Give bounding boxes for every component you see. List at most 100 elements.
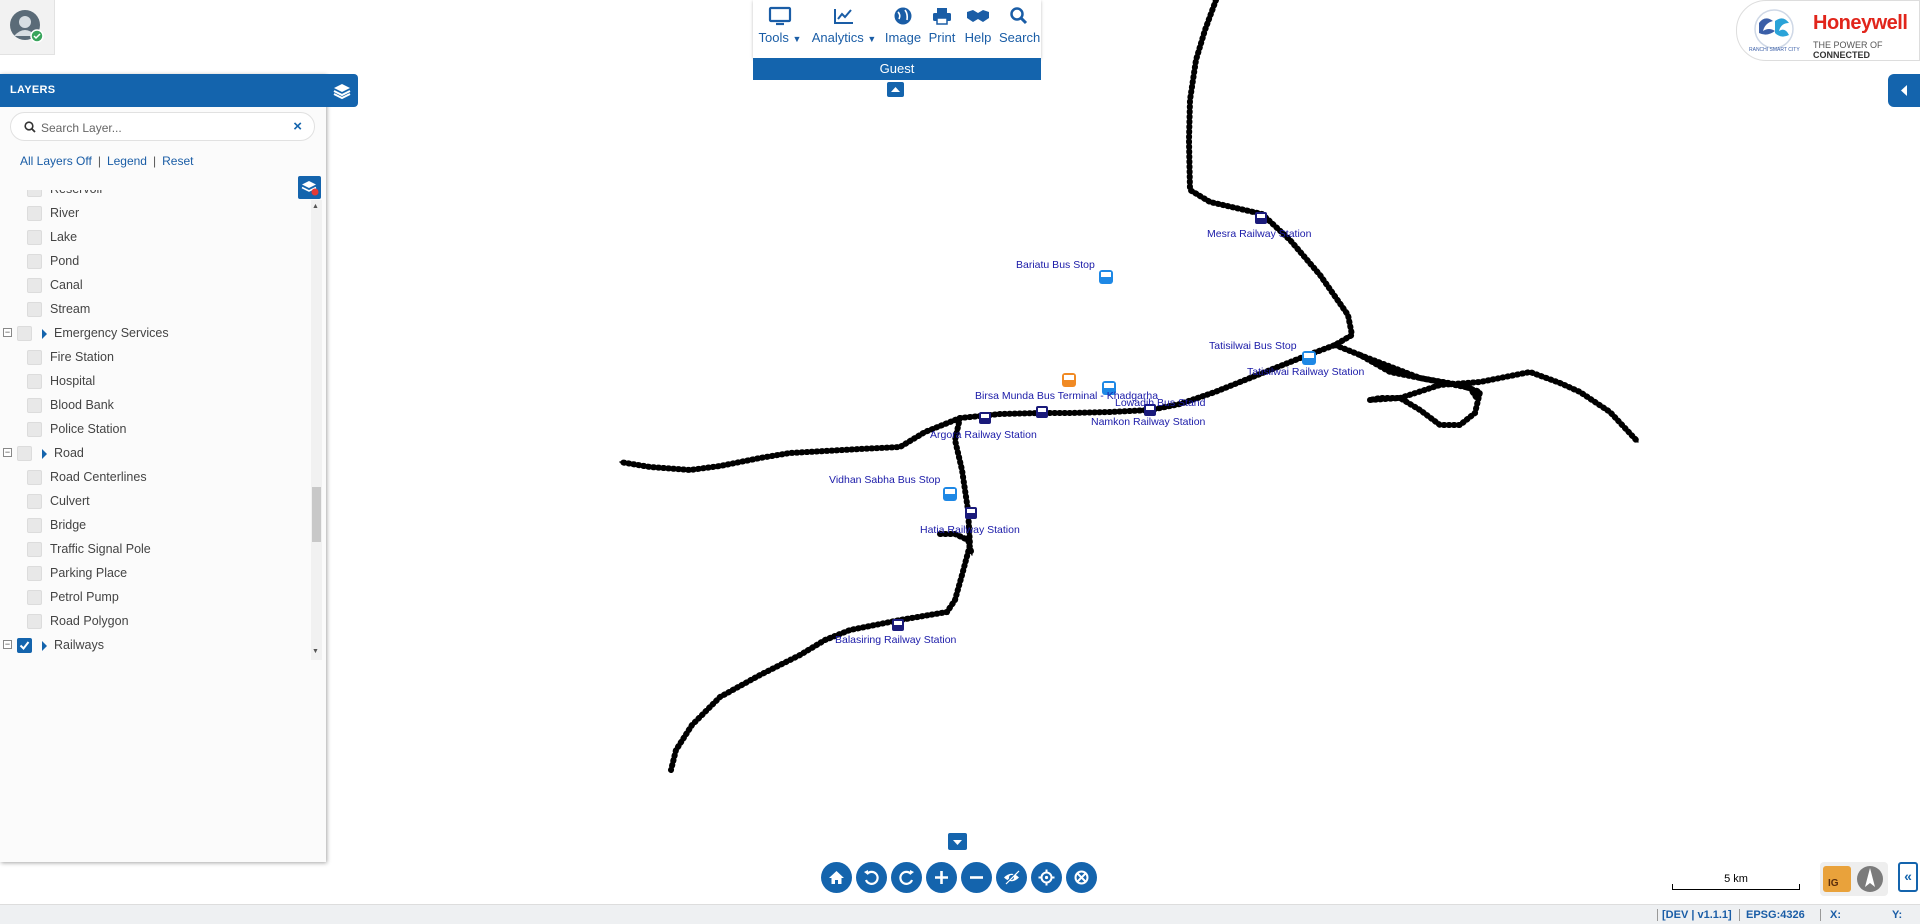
hide-layers-button[interactable] [996, 862, 1027, 893]
layer-label: Fire Station [50, 350, 114, 364]
layer-item[interactable]: Police Station [0, 418, 316, 440]
layer-item[interactable]: River [0, 202, 316, 224]
layer-checkbox[interactable] [17, 326, 32, 341]
layer-item[interactable]: Blood Bank [0, 394, 316, 416]
layer-item[interactable]: Parking Place [0, 562, 316, 584]
all-layers-off-link[interactable]: All Layers Off [20, 154, 92, 168]
layer-checkbox[interactable] [27, 614, 42, 629]
layer-checkbox[interactable] [27, 470, 42, 485]
layer-label: Canal [50, 278, 83, 292]
layer-scrollbar[interactable] [311, 200, 322, 660]
tools-menu-button[interactable]: Tools ▼ [755, 6, 805, 45]
analytics-menu-button[interactable]: Analytics ▼ [809, 6, 879, 45]
redo-icon [899, 870, 914, 885]
search-button[interactable]: Search [999, 6, 1040, 45]
layer-item[interactable]: Road Centerlines [0, 466, 316, 488]
image-label: Image [884, 30, 922, 45]
image-button[interactable]: Image [883, 6, 923, 45]
layer-label: Traffic Signal Pole [50, 542, 151, 556]
scroll-up-icon[interactable]: ▲ [312, 203, 319, 210]
layer-item[interactable]: Stream [0, 298, 316, 320]
layer-checkbox[interactable] [27, 278, 42, 293]
layer-search-input[interactable] [41, 119, 281, 136]
layer-checkbox[interactable] [27, 398, 42, 413]
next-extent-button[interactable] [891, 862, 922, 893]
layer-item[interactable]: Lake [0, 226, 316, 248]
scale-line [1672, 884, 1800, 890]
layer-checkbox[interactable] [27, 254, 42, 269]
layer-item[interactable]: Reservoir [0, 190, 316, 200]
layer-item[interactable]: Pond [0, 250, 316, 272]
main-toolbar: Tools ▼ Analytics ▼ Image Print Help Sea… [753, 0, 1041, 58]
layer-checkbox[interactable] [27, 422, 42, 437]
layer-checkbox[interactable] [27, 206, 42, 221]
layer-checkbox[interactable] [27, 542, 42, 557]
user-icon [10, 10, 44, 43]
collapse-group-icon[interactable]: − [3, 448, 12, 457]
home-button[interactable] [821, 862, 852, 893]
layers-stack-icon[interactable] [332, 81, 352, 101]
layer-item[interactable]: Culvert [0, 490, 316, 512]
expand-bottom-button[interactable] [948, 833, 967, 850]
locate-button[interactable] [1031, 862, 1062, 893]
coord-y: Y: [1892, 909, 1903, 921]
layer-item[interactable]: Bridge [0, 514, 316, 536]
user-avatar[interactable] [0, 0, 55, 55]
bus-icon [1302, 351, 1316, 365]
collapse-toolbar-button[interactable] [887, 82, 904, 97]
layer-label: Lake [50, 230, 78, 244]
legend-link[interactable]: Legend [107, 154, 147, 168]
ranchi-smart-city-logo-icon [1754, 9, 1794, 49]
layer-item[interactable]: Canal [0, 274, 316, 296]
layer-checkbox[interactable] [27, 590, 42, 605]
map-label-lowadih: Lowadih Bus Stand [1115, 397, 1206, 409]
help-button[interactable]: Help [961, 6, 995, 45]
layer-item[interactable]: Petrol Pump [0, 586, 316, 608]
tools-label: Tools [758, 30, 789, 45]
clear-map-button[interactable] [1066, 862, 1097, 893]
layer-label: Culvert [50, 494, 90, 508]
layer-item[interactable]: − Emergency Services [0, 322, 316, 344]
collapse-group-icon[interactable]: − [3, 328, 12, 337]
layer-checkbox[interactable] [17, 446, 32, 461]
right-panel-toggle[interactable] [1888, 74, 1920, 107]
layer-item[interactable]: − Road [0, 442, 316, 464]
layer-checkbox[interactable] [17, 638, 32, 653]
layer-checkbox[interactable] [27, 494, 42, 509]
print-button[interactable]: Print [925, 6, 959, 45]
layer-checkbox[interactable] [27, 374, 42, 389]
map-label-bariatu: Bariatu Bus Stop [1016, 259, 1095, 271]
layer-checkbox[interactable] [27, 302, 42, 317]
layer-checkbox[interactable] [27, 518, 42, 533]
collapse-right-button[interactable]: « [1898, 862, 1918, 892]
layer-checkbox[interactable] [27, 566, 42, 581]
layer-item[interactable]: Fire Station [0, 346, 316, 368]
layer-item[interactable]: Road Polygon [0, 610, 316, 632]
map-label-argora: Argora Railway Station [930, 429, 1037, 441]
expand-arrow-icon[interactable] [42, 641, 47, 651]
expand-arrow-icon[interactable] [42, 329, 47, 339]
layer-item[interactable]: Traffic Signal Pole [0, 538, 316, 560]
clear-search-icon[interactable]: × [293, 118, 302, 135]
collapse-group-icon[interactable]: − [3, 640, 12, 649]
previous-extent-button[interactable] [856, 862, 887, 893]
monitor-icon [768, 6, 792, 26]
caret-down-icon [953, 840, 962, 845]
layer-label: Hospital [50, 374, 96, 388]
layer-scroll-thumb[interactable] [312, 487, 321, 542]
igis-north-arrow-icon: IG [1823, 866, 1883, 892]
zoom-out-button[interactable] [961, 862, 992, 893]
scale-bar: 5 km [1672, 866, 1800, 890]
analytics-label: Analytics [811, 30, 864, 45]
layer-checkbox[interactable] [27, 230, 42, 245]
expand-arrow-icon[interactable] [42, 449, 47, 459]
zoom-in-button[interactable] [926, 862, 957, 893]
clear-icon [1074, 870, 1089, 885]
layer-label: Police Station [50, 422, 127, 436]
layer-checkbox[interactable] [27, 350, 42, 365]
scroll-down-icon[interactable]: ▼ [312, 648, 319, 655]
layer-item[interactable]: − Railways [0, 634, 316, 656]
layer-checkbox[interactable] [27, 190, 42, 197]
reset-link[interactable]: Reset [162, 154, 193, 168]
layer-item[interactable]: Hospital [0, 370, 316, 392]
